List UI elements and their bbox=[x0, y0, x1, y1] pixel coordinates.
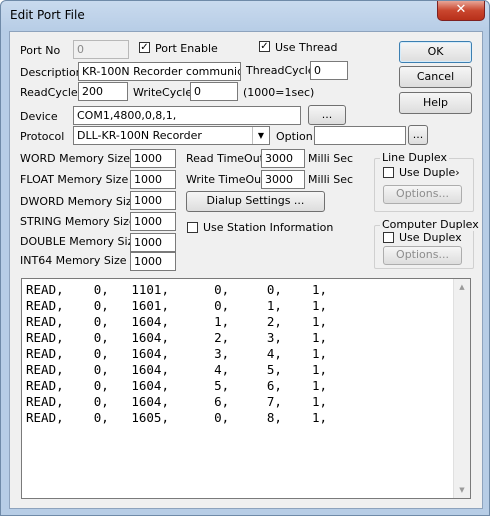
string-memory-field[interactable]: 1000 bbox=[130, 212, 176, 231]
scroll-up-icon[interactable]: ▲ bbox=[454, 279, 470, 295]
memo-line: READ, 0, 1604, 5, 6, 1, bbox=[26, 378, 328, 393]
double-memory-label: DOUBLE Memory Size bbox=[20, 235, 141, 248]
write-timeout-field[interactable]: 3000 bbox=[261, 170, 305, 189]
use-station-label: Use Station Information bbox=[203, 221, 334, 234]
line-duplex-title: Line Duplex bbox=[380, 151, 449, 164]
option-field[interactable] bbox=[314, 126, 406, 145]
write-cycle-field[interactable]: 0 bbox=[190, 82, 238, 101]
line-duplex-checkbox[interactable] bbox=[383, 167, 394, 178]
float-memory-label: FLOAT Memory Size bbox=[20, 173, 129, 186]
thread-cycle-label: ThreadCycle bbox=[246, 64, 315, 77]
float-memory-field[interactable]: 1000 bbox=[130, 170, 176, 189]
computer-duplex-title: Computer Duplex bbox=[380, 218, 481, 231]
port-no-label: Port No bbox=[20, 44, 61, 57]
read-commands-memo[interactable]: READ, 0, 1101, 0, 0, 1, READ, 0, 1601, 0… bbox=[21, 278, 471, 499]
memo-line: READ, 0, 1604, 3, 4, 1, bbox=[26, 346, 328, 361]
write-cycle-hint: (1000=1sec) bbox=[243, 86, 315, 99]
word-memory-field[interactable]: 1000 bbox=[130, 149, 176, 168]
option-browse-button[interactable]: ... bbox=[408, 125, 428, 145]
computer-duplex-checkbox-label: Use Duplex bbox=[399, 231, 462, 244]
computer-duplex-checkbox[interactable] bbox=[383, 232, 394, 243]
thread-cycle-field[interactable]: 0 bbox=[310, 61, 348, 80]
memo-lines: READ, 0, 1101, 0, 0, 1, READ, 0, 1601, 0… bbox=[22, 279, 470, 426]
int64-memory-label: INT64 Memory Size bbox=[20, 254, 127, 267]
dialog-body: Port No 0 ✓ Port Enable ✓ Use Thread Des… bbox=[9, 31, 483, 509]
memo-line: READ, 0, 1604, 4, 5, 1, bbox=[26, 362, 328, 377]
protocol-label: Protocol bbox=[20, 130, 65, 143]
write-timeout-unit: Milli Sec bbox=[308, 173, 354, 186]
int64-memory-field[interactable]: 1000 bbox=[130, 252, 176, 271]
read-cycle-label: ReadCycle bbox=[20, 86, 78, 99]
read-cycle-field[interactable]: 200 bbox=[78, 82, 128, 101]
double-memory-field[interactable]: 1000 bbox=[130, 233, 176, 252]
title-bar[interactable]: Edit Port File ✕ bbox=[1, 1, 489, 31]
dword-memory-field[interactable]: 1000 bbox=[130, 191, 176, 210]
write-cycle-label: WriteCycle bbox=[133, 86, 193, 99]
memo-line: READ, 0, 1604, 6, 7, 1, bbox=[26, 394, 328, 409]
protocol-value: DLL-KR-100N Recorder bbox=[77, 129, 202, 142]
memo-line: READ, 0, 1601, 0, 1, 1, bbox=[26, 298, 328, 313]
line-duplex-checkbox-label: Use Duple› bbox=[399, 166, 460, 179]
description-label: Description bbox=[20, 66, 83, 79]
option-label: Option bbox=[276, 130, 313, 143]
dword-memory-label: DWORD Memory Size bbox=[20, 195, 139, 208]
protocol-select[interactable]: DLL-KR-100N Recorder ▼ bbox=[73, 126, 270, 145]
memo-line: READ, 0, 1604, 2, 3, 1, bbox=[26, 330, 328, 345]
window-title: Edit Port File bbox=[10, 8, 85, 22]
use-thread-label: Use Thread bbox=[275, 41, 338, 54]
write-timeout-label: Write TimeOut bbox=[186, 173, 266, 186]
device-label: Device bbox=[20, 110, 58, 123]
close-button[interactable]: ✕ bbox=[437, 1, 485, 21]
computer-duplex-options-button[interactable]: Options... bbox=[383, 246, 462, 265]
scroll-down-icon[interactable]: ▼ bbox=[454, 482, 470, 498]
edit-port-window: Edit Port File ✕ Port No 0 ✓ Port Enable… bbox=[0, 0, 490, 516]
use-thread-checkbox[interactable]: ✓ bbox=[259, 41, 270, 52]
string-memory-label: STRING Memory Size bbox=[20, 215, 136, 228]
read-timeout-unit: Milli Sec bbox=[308, 152, 354, 165]
read-timeout-field[interactable]: 3000 bbox=[261, 149, 305, 168]
memo-scrollbar[interactable]: ▲ ▼ bbox=[453, 279, 470, 498]
port-no-field[interactable]: 0 bbox=[73, 40, 129, 59]
device-field[interactable]: COM1,4800,0,8,1, bbox=[73, 106, 301, 125]
line-duplex-options-button[interactable]: Options... bbox=[383, 185, 462, 204]
use-station-checkbox[interactable] bbox=[187, 222, 198, 233]
read-timeout-label: Read TimeOut bbox=[186, 152, 264, 165]
help-button[interactable]: Help bbox=[399, 92, 472, 114]
chevron-down-icon[interactable]: ▼ bbox=[252, 127, 269, 144]
port-enable-checkbox[interactable]: ✓ bbox=[139, 42, 150, 53]
word-memory-label: WORD Memory Size bbox=[20, 152, 130, 165]
memo-line: READ, 0, 1101, 0, 0, 1, bbox=[26, 282, 328, 297]
dialup-settings-button[interactable]: Dialup Settings ... bbox=[186, 191, 325, 212]
port-enable-label: Port Enable bbox=[155, 42, 218, 55]
device-browse-button[interactable]: ... bbox=[308, 105, 346, 125]
description-field[interactable]: KR-100N Recorder communication bbox=[78, 62, 241, 81]
ok-button[interactable]: OK bbox=[399, 41, 472, 63]
memo-line: READ, 0, 1604, 1, 2, 1, bbox=[26, 314, 328, 329]
cancel-button[interactable]: Cancel bbox=[399, 66, 472, 88]
memo-line: READ, 0, 1605, 0, 8, 1, bbox=[26, 410, 328, 425]
